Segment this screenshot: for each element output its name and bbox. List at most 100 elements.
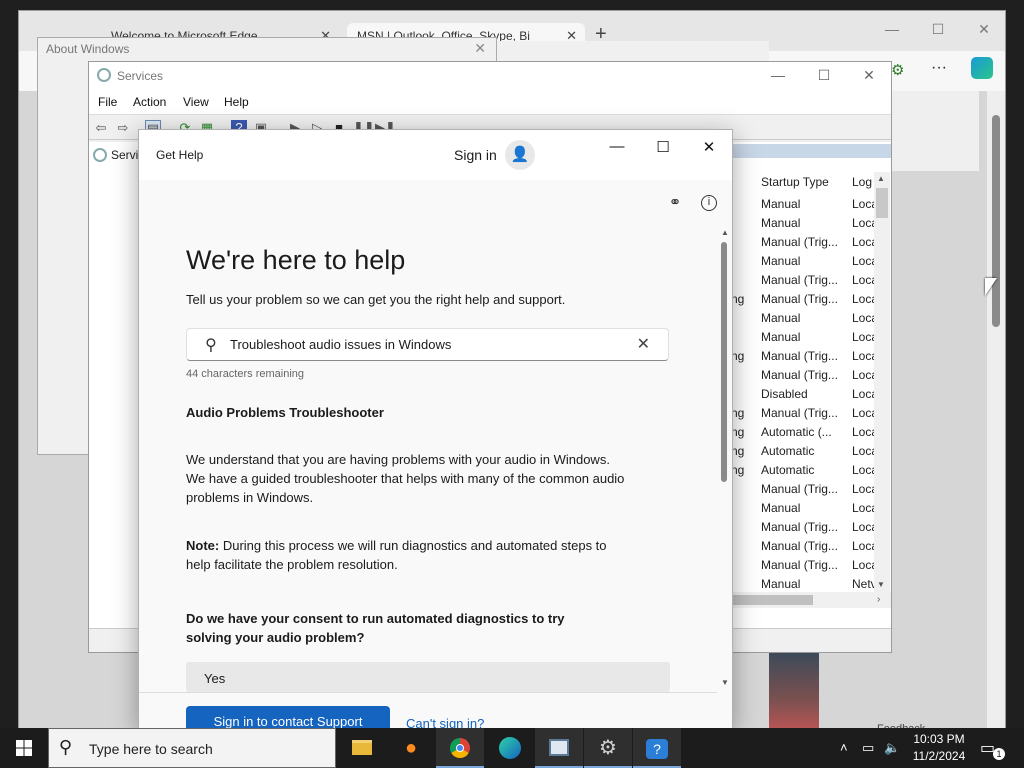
close-button[interactable]: ✕	[854, 67, 884, 84]
menu-view[interactable]: View	[183, 95, 209, 109]
startup-type-cell[interactable]: Manual (Trig...	[761, 520, 847, 534]
startup-type-cell[interactable]: Manual (Trig...	[761, 539, 847, 553]
log-on-cell[interactable]: Loca	[852, 311, 874, 325]
log-on-cell[interactable]: Loca	[852, 235, 874, 249]
startup-type-cell[interactable]: Manual	[761, 330, 847, 344]
log-on-cell[interactable]: Loca	[852, 539, 874, 553]
startup-type-cell[interactable]: Manual	[761, 254, 847, 268]
startup-type-cell[interactable]: Automatic	[761, 444, 847, 458]
taskbar-search-box[interactable]: ⚲ Type here to search	[48, 728, 336, 768]
services-hscroll-thumb[interactable]	[733, 595, 813, 605]
back-icon[interactable]: ⇦	[93, 120, 109, 136]
startup-type-cell[interactable]: Automatic (...	[761, 425, 847, 439]
scroll-up-icon[interactable]: ▲	[877, 174, 885, 183]
service-name-fragment: ng	[731, 349, 745, 363]
close-button[interactable]: ✕	[694, 138, 724, 156]
search-input[interactable]: ⚲ Troubleshoot audio issues in Windows ✕	[186, 328, 669, 361]
get-help-icon[interactable]: ?	[633, 728, 681, 768]
log-on-cell[interactable]: Loca	[852, 558, 874, 572]
forward-icon[interactable]: ⇨	[115, 120, 131, 136]
startup-type-cell[interactable]: Manual	[761, 311, 847, 325]
services-app-icon[interactable]	[535, 728, 583, 768]
scroll-up-icon[interactable]: ▲	[719, 228, 731, 237]
get-help-scrollbar-thumb[interactable]	[721, 242, 727, 482]
log-on-cell[interactable]: Netv	[852, 577, 874, 591]
log-on-cell[interactable]: Loca	[852, 330, 874, 344]
column-startup-type[interactable]: Startup Type	[761, 175, 829, 189]
page-subtitle: Tell us your problem so we can get you t…	[186, 292, 566, 307]
yes-option[interactable]: Yes	[186, 662, 670, 692]
startup-type-cell[interactable]: Manual (Trig...	[761, 368, 847, 382]
startup-type-cell[interactable]: Disabled	[761, 387, 847, 401]
system-clock[interactable]: 10:03 PM 11/2/2024	[912, 731, 966, 765]
log-on-cell[interactable]: Loca	[852, 197, 874, 211]
startup-type-cell[interactable]: Manual (Trig...	[761, 273, 847, 287]
menu-action[interactable]: Action	[133, 95, 166, 109]
startup-type-cell[interactable]: Manual (Trig...	[761, 349, 847, 363]
log-on-cell[interactable]: Loca	[852, 482, 874, 496]
clear-icon[interactable]: ✕	[637, 334, 650, 354]
page-title: We're here to help	[186, 245, 406, 275]
startup-type-cell[interactable]: Automatic	[761, 463, 847, 477]
startup-type-cell[interactable]: Manual	[761, 216, 847, 230]
startup-type-cell[interactable]: Manual	[761, 577, 847, 591]
community-icon[interactable]: ⚭	[664, 192, 686, 214]
log-on-cell[interactable]: Loca	[852, 387, 874, 401]
menu-bar: File Action View Help	[89, 90, 891, 114]
close-button[interactable]: ✕	[969, 21, 999, 38]
log-on-cell[interactable]: Loca	[852, 368, 874, 382]
log-on-cell[interactable]: Loca	[852, 406, 874, 420]
tree-item-services[interactable]: Servi	[111, 148, 138, 162]
scroll-down-icon[interactable]: ▼	[719, 678, 731, 687]
minimize-button[interactable]: —	[602, 138, 632, 155]
info-icon[interactable]: i	[701, 195, 717, 211]
start-button[interactable]	[0, 728, 48, 768]
startup-type-cell[interactable]: Manual (Trig...	[761, 292, 847, 306]
log-on-cell[interactable]: Loca	[852, 520, 874, 534]
log-on-cell[interactable]: Loca	[852, 501, 874, 515]
log-on-cell[interactable]: Loca	[852, 292, 874, 306]
column-log-on[interactable]: Log	[852, 175, 872, 189]
log-on-cell[interactable]: Loca	[852, 273, 874, 287]
startup-type-cell[interactable]: Manual	[761, 197, 847, 211]
maximize-button[interactable]: ☐	[648, 138, 678, 156]
startup-type-cell[interactable]: Manual (Trig...	[761, 235, 847, 249]
scroll-right-icon[interactable]: ›	[877, 594, 880, 605]
sign-in-link[interactable]: Sign in	[454, 147, 497, 163]
chevron-up-icon[interactable]: ˄	[840, 740, 848, 755]
minimize-button[interactable]: —	[877, 21, 907, 37]
services-vertical-scrollbar[interactable]: ▲ ▼	[874, 172, 890, 592]
startup-type-cell[interactable]: Manual (Trig...	[761, 558, 847, 572]
startup-type-cell[interactable]: Manual (Trig...	[761, 406, 847, 420]
minimize-button[interactable]: —	[763, 67, 793, 83]
startup-type-cell[interactable]: Manual	[761, 501, 847, 515]
file-explorer-icon[interactable]	[338, 728, 386, 768]
chrome-icon[interactable]	[436, 728, 484, 768]
maximize-button[interactable]: ☐	[809, 67, 839, 84]
search-value[interactable]: Troubleshoot audio issues in Windows	[230, 337, 451, 352]
more-menu-button[interactable]: ···	[931, 59, 947, 77]
sign-in-contact-support-button[interactable]: Sign in to contact Support	[186, 706, 390, 728]
scroll-down-icon[interactable]: ▼	[877, 580, 885, 589]
clock-date: 11/2/2024	[912, 749, 966, 763]
log-on-cell[interactable]: Loca	[852, 463, 874, 477]
startup-type-cell[interactable]: Manual (Trig...	[761, 482, 847, 496]
menu-help[interactable]: Help	[224, 95, 249, 109]
log-on-cell[interactable]: Loca	[852, 216, 874, 230]
close-button[interactable]: ✕	[474, 40, 486, 57]
network-icon[interactable]: ▭	[862, 740, 874, 756]
extension-icon[interactable]: ⚙	[891, 61, 904, 79]
maximize-button[interactable]: ☐	[923, 21, 953, 38]
log-on-cell[interactable]: Loca	[852, 349, 874, 363]
settings-gear-icon[interactable]: ⚙	[584, 728, 632, 768]
services-scrollbar-thumb[interactable]	[876, 188, 888, 218]
volume-icon[interactable]: 🔈	[884, 740, 900, 756]
firefox-icon[interactable]: ●	[387, 728, 435, 768]
log-on-cell[interactable]: Loca	[852, 425, 874, 439]
avatar-icon[interactable]: 👤	[505, 140, 535, 170]
copilot-icon[interactable]	[971, 57, 993, 79]
log-on-cell[interactable]: Loca	[852, 254, 874, 268]
log-on-cell[interactable]: Loca	[852, 444, 874, 458]
menu-file[interactable]: File	[98, 95, 117, 109]
edge-icon[interactable]	[486, 728, 534, 768]
